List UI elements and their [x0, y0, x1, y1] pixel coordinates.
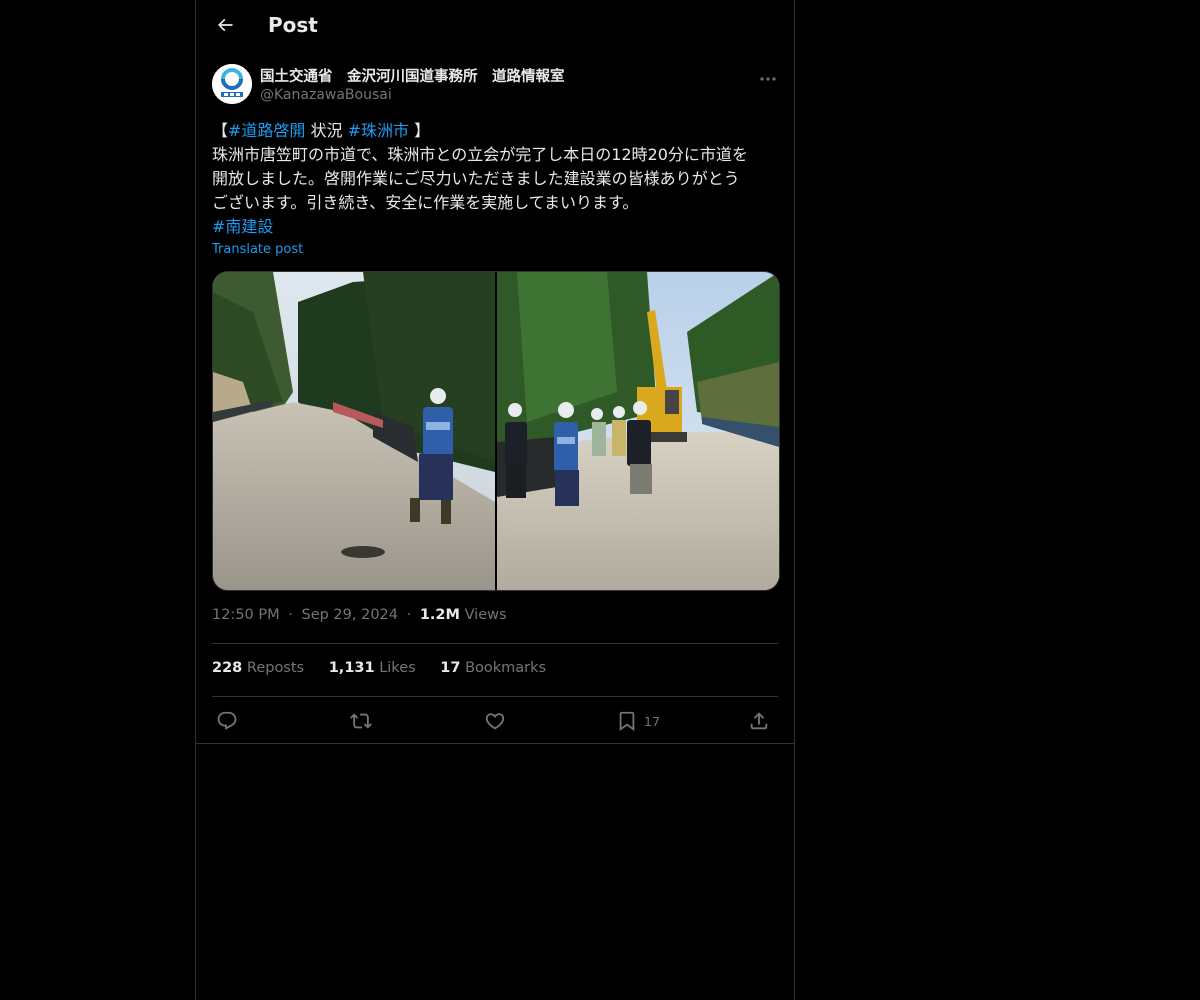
- avatar[interactable]: [212, 64, 252, 104]
- repost-icon: [350, 710, 372, 732]
- bookmark-count: 17: [644, 713, 660, 729]
- post-time[interactable]: 12:50 PM: [212, 607, 280, 623]
- bookmark-icon: [616, 710, 638, 732]
- heart-icon: [484, 710, 506, 732]
- post-text-line: 【#道路啓開 状況 #珠洲市 】: [212, 119, 782, 143]
- share-button[interactable]: [748, 706, 770, 736]
- author-display-name[interactable]: 国土交通省 金沢河川国道事務所 道路情報室: [260, 65, 565, 86]
- photo-excavator-crew[interactable]: [497, 272, 779, 590]
- bookmarks-label: Bookmarks: [465, 660, 547, 676]
- divider: [212, 643, 778, 644]
- meta-separator: ·: [288, 607, 293, 623]
- more-dots-icon: [759, 67, 777, 86]
- reposts-count: 228: [212, 660, 243, 676]
- more-options-button[interactable]: [756, 66, 780, 86]
- bookmark-button[interactable]: 17: [616, 706, 660, 736]
- post-text-line: 珠洲市唐笠町の市道で、珠洲市との立会が完了し本日の12時20分に市道を: [212, 145, 748, 164]
- author-handle[interactable]: @KanazawaBousai: [260, 87, 392, 103]
- likes-count: 1,131: [328, 660, 375, 676]
- share-icon: [748, 710, 770, 732]
- views-count: 1.2M: [419, 607, 460, 623]
- reposts-label: Reposts: [246, 660, 305, 676]
- views-label: Views: [464, 607, 507, 623]
- post-meta: 12:50 PM · Sep 29, 2024 · 1.2M Views: [212, 607, 507, 623]
- repost-button[interactable]: [350, 706, 372, 736]
- arrow-left-icon: [215, 15, 235, 39]
- post-text-line: ございます。引き続き、安全に作業を実施してまいります。: [212, 193, 639, 212]
- post-detail-column: Post 国土交通省 金沢河川国道事務所 道路情報室 @KanazawaBous…: [195, 0, 795, 1000]
- photo-road-worker[interactable]: [213, 272, 495, 590]
- reposts-stat[interactable]: 228 Reposts: [212, 660, 304, 676]
- action-bar: 17: [212, 706, 778, 736]
- bookmarks-stat[interactable]: 17 Bookmarks: [440, 660, 546, 676]
- hashtag-link[interactable]: #南建設: [212, 217, 273, 236]
- hashtag-link[interactable]: #道路啓開: [228, 121, 305, 140]
- engagement-stats: 228 Reposts 1,131 Likes 17 Bookmarks: [212, 660, 566, 676]
- meta-separator: ·: [406, 607, 412, 623]
- top-bar: Post: [196, 0, 794, 53]
- media-grid: [212, 271, 780, 591]
- page-title: Post: [268, 13, 318, 37]
- post-text-line: #南建設: [212, 215, 782, 239]
- likes-label: Likes: [379, 660, 416, 676]
- post-bottom-border: [196, 743, 794, 744]
- bracket-close: 】: [409, 121, 431, 140]
- back-button[interactable]: [208, 10, 242, 44]
- post-text: 【#道路啓開 状況 #珠洲市 】 珠洲市唐笠町の市道で、珠洲市との立会が完了し本…: [212, 119, 782, 239]
- mlit-logo-avatar: [212, 64, 252, 104]
- like-button[interactable]: [484, 706, 506, 736]
- post-text-line: 開放しました。啓開作業にご尽力いただきました建設業の皆様ありがとう: [212, 169, 740, 188]
- post-text-segment: 状況: [305, 121, 348, 140]
- bookmarks-count: 17: [440, 660, 461, 676]
- divider: [212, 696, 778, 697]
- post-date[interactable]: Sep 29, 2024: [301, 607, 398, 623]
- reply-button[interactable]: [216, 706, 238, 736]
- reply-icon: [216, 710, 238, 732]
- hashtag-link[interactable]: #珠洲市: [348, 121, 409, 140]
- translate-post-link[interactable]: Translate post: [212, 242, 303, 257]
- likes-stat[interactable]: 1,131 Likes: [329, 660, 416, 676]
- bracket-open: 【: [212, 121, 229, 140]
